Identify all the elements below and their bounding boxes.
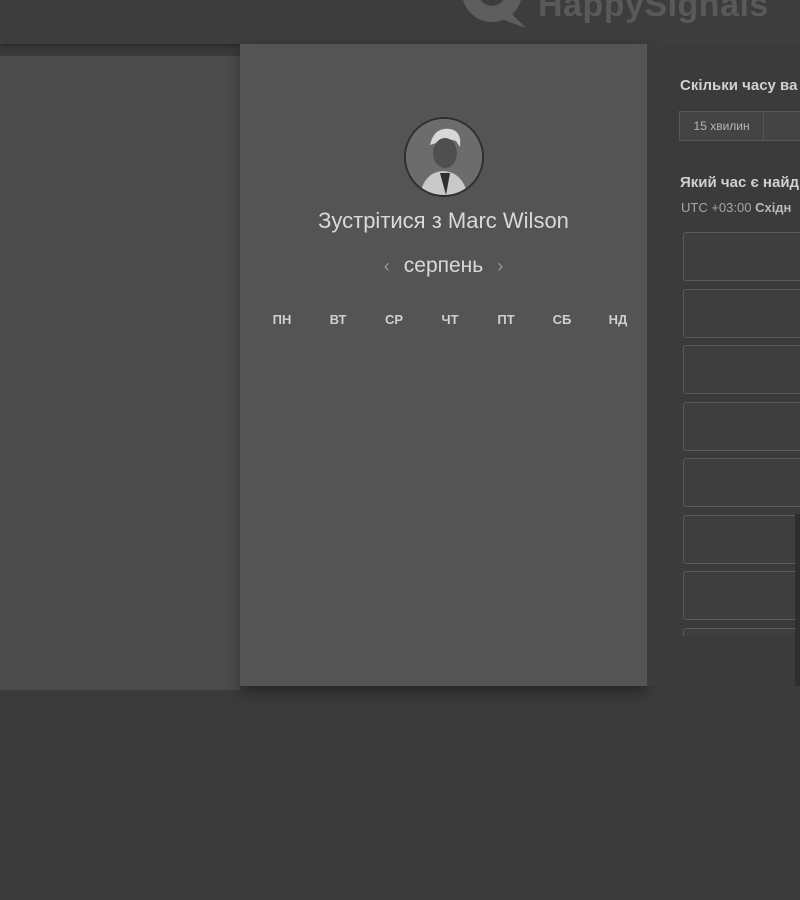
duration-option-2[interactable] (764, 111, 800, 141)
top-header: HappySignals (0, 0, 800, 44)
time-slot[interactable] (683, 627, 800, 636)
weekday-header: ПН ВТ СР ЧТ ПТ СБ НД (254, 312, 646, 327)
weekday-tue: ВТ (329, 312, 347, 327)
scrollbar[interactable] (795, 514, 800, 686)
time-slot[interactable] (683, 345, 800, 394)
time-slot[interactable] (683, 288, 800, 338)
avatar (404, 117, 484, 197)
happysignals-logo-icon (463, 0, 526, 28)
timezone-name: Східн (755, 200, 792, 215)
time-slot-list (683, 232, 800, 636)
chevron-right-icon[interactable]: › (497, 256, 503, 277)
weekday-wed: СР (384, 312, 404, 327)
month-navigator: ‹ серпень › (240, 254, 647, 278)
weekday-sun: НД (608, 312, 628, 327)
person-photo-icon (406, 119, 482, 195)
weekday-sat: СБ (552, 312, 572, 327)
weekday-mon: ПН (272, 312, 292, 327)
weekday-fri: ПТ (497, 312, 515, 327)
duration-option-15[interactable]: 15 хвилин (679, 111, 765, 141)
time-selection-panel: Скільки часу ва 15 хвилин Який час є най… (647, 44, 800, 686)
page: HappySignals Зустрітися з Marc Wilson ‹ … (0, 0, 800, 900)
time-slot[interactable] (683, 401, 800, 451)
time-question: Який час є найд (680, 174, 800, 191)
left-background-panel (0, 56, 240, 690)
time-slot[interactable] (683, 514, 800, 564)
timezone-label: UTC +03:00 Східн (681, 200, 791, 215)
time-slot[interactable] (683, 458, 800, 507)
month-label: серпень (403, 254, 484, 277)
chevron-left-icon[interactable]: ‹ (384, 256, 390, 277)
brand-logo-text: HappySignals (538, 0, 769, 24)
time-slot[interactable] (683, 232, 800, 281)
time-slot[interactable] (683, 571, 800, 620)
weekday-thu: ЧТ (441, 312, 459, 327)
duration-tabs: 15 хвилин (679, 111, 800, 141)
duration-question: Скільки часу ва (680, 77, 798, 94)
scheduler-card: Зустрітися з Marc Wilson ‹ серпень › ПН … (240, 44, 647, 686)
timezone-offset: UTC +03:00 (681, 200, 756, 215)
meeting-title: Зустрітися з Marc Wilson (318, 208, 569, 233)
